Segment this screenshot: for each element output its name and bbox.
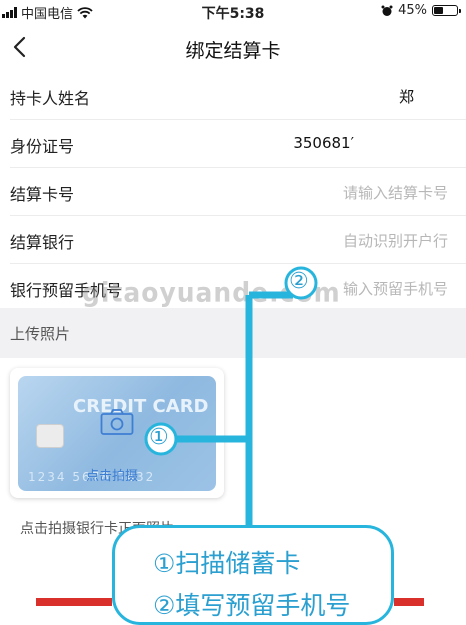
upload-section-title: 上传照片: [10, 325, 71, 343]
shoot-label: 点击拍摄: [86, 469, 139, 484]
form-row-id-number[interactable]: 身份证号 350681′: [10, 120, 466, 168]
card-chip-icon: [36, 424, 64, 448]
bank-input[interactable]: 自动识别开户行: [343, 230, 448, 251]
phone-input[interactable]: 输入预留手机号: [343, 278, 448, 299]
id-number-label: 身份证号: [10, 137, 75, 156]
form-row-bank[interactable]: 结算银行 自动识别开户行: [10, 216, 466, 264]
upload-caption: 点击拍摄银行卡正面照片: [20, 521, 174, 537]
card-form: 持卡人姓名 郑 身份证号 350681′ 结算卡号 请输入结算卡号 结算银行 自…: [0, 72, 466, 311]
upload-section-header: 上传照片: [0, 308, 466, 358]
holder-name-value[interactable]: 郑: [399, 86, 414, 107]
page-title: 绑定结算卡: [185, 40, 281, 62]
credit-card-illustration: CREDIT CARD 1234 5678 5432 点击拍摄: [18, 376, 216, 491]
nav-bar: 绑定结算卡: [0, 24, 466, 72]
alarm-icon: [381, 5, 393, 16]
card-number-input[interactable]: 请输入结算卡号: [343, 182, 448, 203]
status-right: 45%: [381, 3, 461, 18]
camera-icon: [100, 409, 134, 435]
form-row-holder-name[interactable]: 持卡人姓名 郑: [10, 72, 466, 120]
bank-label: 结算银行: [10, 233, 75, 252]
holder-name-label: 持卡人姓名: [10, 89, 91, 108]
id-number-value[interactable]: 350681′: [293, 134, 354, 152]
upload-area: CREDIT CARD 1234 5678 5432 点击拍摄 点击拍摄银行卡正…: [0, 358, 466, 604]
battery-icon: [432, 5, 461, 16]
status-bar: 中国电信 下午5:38 45%: [0, 0, 466, 24]
battery-level-fill: [434, 7, 443, 14]
card-photo-button[interactable]: CREDIT CARD 1234 5678 5432 点击拍摄: [10, 368, 224, 498]
battery-percent: 45%: [398, 3, 427, 18]
card-brand-text: CREDIT CARD: [73, 396, 209, 417]
watermark-text: gitaoyuande.com: [82, 277, 341, 308]
card-number-label: 结算卡号: [10, 185, 75, 204]
form-row-card-number[interactable]: 结算卡号 请输入结算卡号: [10, 168, 466, 216]
